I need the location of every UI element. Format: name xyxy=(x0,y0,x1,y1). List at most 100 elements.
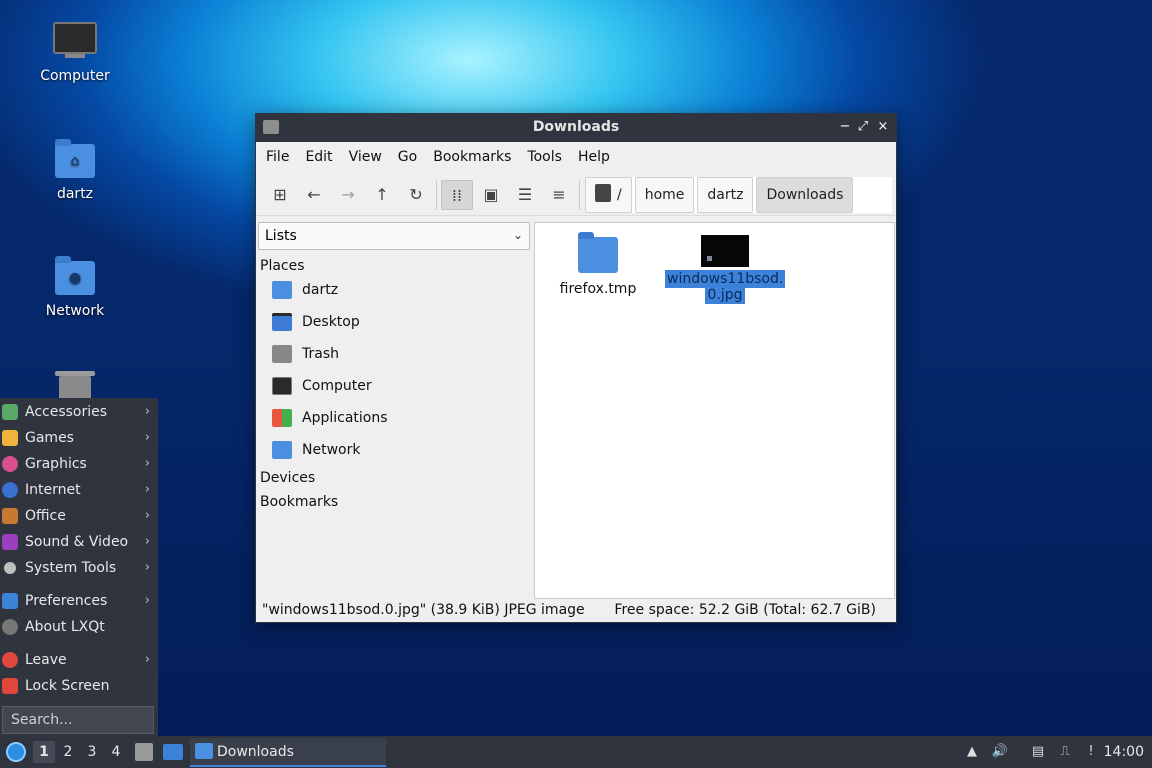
status-bar: "windows11bsod.0.jpg" (38.9 KiB) JPEG im… xyxy=(256,602,896,622)
menu-item-sound-video[interactable]: Sound & Video › xyxy=(0,529,158,555)
menu-item-office[interactable]: Office › xyxy=(0,503,158,529)
menu-go[interactable]: Go xyxy=(390,142,425,172)
clipboard-icon[interactable]: ▤ xyxy=(1029,743,1047,761)
clock[interactable]: 14:00 xyxy=(1104,736,1144,768)
preferences-icon xyxy=(2,593,18,609)
menu-bar: File Edit View Go Bookmarks Tools Help xyxy=(256,142,896,172)
taskbar-task-downloads[interactable]: Downloads xyxy=(190,738,386,767)
toolbar-separator xyxy=(579,180,580,210)
place-item-computer[interactable]: Computer xyxy=(258,370,532,402)
section-bookmarks[interactable]: Bookmarks xyxy=(258,494,532,510)
workspace-3[interactable]: 3 xyxy=(81,741,103,763)
workspace-4[interactable]: 4 xyxy=(105,741,127,763)
workspace-2[interactable]: 2 xyxy=(57,741,79,763)
desktop-icon-label: Computer xyxy=(40,68,110,84)
file-manager-launcher-icon[interactable] xyxy=(135,743,153,761)
menu-item-label: Office xyxy=(25,508,66,524)
file-item-windows11bsod-jpg[interactable]: windows11bsod. 0.jpg xyxy=(665,235,786,304)
side-pane-mode-select[interactable]: Lists ⌄ xyxy=(258,222,530,250)
drive-icon xyxy=(595,184,611,202)
volume-icon[interactable]: 🔊 xyxy=(991,743,1009,761)
icon-view-icon[interactable]: ⁞⁞ xyxy=(441,180,473,210)
menu-item-label: Games xyxy=(25,430,74,446)
menu-item-games[interactable]: Games › xyxy=(0,425,158,451)
breadcrumb-home[interactable]: home xyxy=(634,177,695,213)
menu-item-lock-screen[interactable]: Lock Screen xyxy=(0,673,158,699)
file-manager-window: Downloads − ⤢ × File Edit View Go Bookma… xyxy=(255,113,897,623)
section-devices[interactable]: Devices xyxy=(258,470,532,486)
place-item-network[interactable]: Network xyxy=(258,434,532,466)
section-places[interactable]: Places xyxy=(258,258,532,274)
menu-edit[interactable]: Edit xyxy=(297,142,340,172)
toolbar: ⊞ ← → ↑ ↻ ⁞⁞ ▣ ☰ ≡ / home dartz Download… xyxy=(256,172,896,216)
menu-separator xyxy=(0,581,158,588)
menu-item-label: Accessories xyxy=(25,404,108,420)
lxqt-menu-icon[interactable] xyxy=(6,742,26,762)
desktop-icon-label: Network xyxy=(45,303,105,319)
menu-help[interactable]: Help xyxy=(570,142,618,172)
file-view[interactable]: firefox.tmp windows11bsod. 0.jpg xyxy=(534,222,895,599)
minimize-button[interactable]: − xyxy=(836,118,854,136)
window-titlebar[interactable]: Downloads − ⤢ × xyxy=(256,114,896,142)
file-item-firefox-tmp[interactable]: firefox.tmp xyxy=(538,232,658,297)
restore-button[interactable]: ⤢ xyxy=(854,118,872,136)
show-desktop-icon[interactable] xyxy=(163,744,183,760)
breadcrumb-dartz[interactable]: dartz xyxy=(697,177,754,213)
menu-file[interactable]: File xyxy=(258,142,297,172)
tray-arrow-icon[interactable]: ▲ xyxy=(963,743,981,761)
internet-icon xyxy=(2,482,18,498)
chevron-right-icon: › xyxy=(144,456,150,471)
menu-item-label: System Tools xyxy=(25,560,117,576)
place-item-desktop[interactable]: Desktop xyxy=(258,306,532,338)
thumbnail-view-icon[interactable]: ▣ xyxy=(475,180,507,210)
desktop-icon-home[interactable]: ⌂ dartz xyxy=(20,139,130,202)
notification-icon[interactable]: ! xyxy=(1082,743,1100,761)
place-label: Computer xyxy=(302,378,372,394)
place-item-applications[interactable]: Applications xyxy=(258,402,532,434)
menu-item-leave[interactable]: Leave › xyxy=(0,647,158,673)
menu-item-internet[interactable]: Internet › xyxy=(0,477,158,503)
breadcrumb-downloads[interactable]: Downloads xyxy=(756,177,854,213)
menu-item-label: Leave xyxy=(25,652,67,668)
place-item-trash[interactable]: Trash xyxy=(258,338,532,370)
place-item-dartz[interactable]: dartz xyxy=(258,274,532,306)
office-icon xyxy=(2,508,18,524)
forward-arrow-icon[interactable]: → xyxy=(332,180,364,210)
reload-icon[interactable]: ↻ xyxy=(400,180,432,210)
menu-item-about[interactable]: About LXQt xyxy=(0,614,158,640)
new-tab-icon[interactable]: ⊞ xyxy=(264,180,296,210)
desktop-icon xyxy=(272,313,292,331)
computer-icon xyxy=(53,22,97,62)
workspace-1[interactable]: 1 xyxy=(33,741,55,763)
place-label: Network xyxy=(302,442,361,458)
toolbar-separator xyxy=(436,180,437,210)
image-thumbnail xyxy=(701,235,749,267)
menu-separator xyxy=(0,640,158,647)
breadcrumb-root[interactable]: / xyxy=(585,177,632,213)
menu-item-preferences[interactable]: Preferences › xyxy=(0,588,158,614)
menu-tools[interactable]: Tools xyxy=(519,142,570,172)
chevron-right-icon: › xyxy=(144,404,150,419)
menu-search-input[interactable]: Search... xyxy=(2,706,154,734)
close-button[interactable]: × xyxy=(874,118,892,136)
detailed-list-view-icon[interactable]: ≡ xyxy=(543,180,575,210)
network-status-icon[interactable]: ⎍ xyxy=(1056,743,1074,761)
chevron-right-icon: › xyxy=(144,508,150,523)
info-icon xyxy=(2,619,18,635)
menu-item-label: Lock Screen xyxy=(25,678,110,694)
power-icon xyxy=(2,652,18,668)
menu-item-system-tools[interactable]: System Tools › xyxy=(0,555,158,581)
task-label: Downloads xyxy=(217,744,294,760)
compact-view-icon[interactable]: ☰ xyxy=(509,180,541,210)
menu-view[interactable]: View xyxy=(341,142,390,172)
chevron-right-icon: › xyxy=(144,430,150,445)
menu-item-graphics[interactable]: Graphics › xyxy=(0,451,158,477)
up-arrow-icon[interactable]: ↑ xyxy=(366,180,398,210)
menu-item-label: Graphics xyxy=(25,456,87,472)
back-arrow-icon[interactable]: ← xyxy=(298,180,330,210)
menu-bookmarks[interactable]: Bookmarks xyxy=(425,142,519,172)
desktop-icon-network[interactable]: ● Network xyxy=(20,256,130,319)
desktop-icon-computer[interactable]: Computer xyxy=(20,22,130,84)
computer-icon xyxy=(272,377,292,395)
menu-item-accessories[interactable]: Accessories › xyxy=(0,399,158,425)
